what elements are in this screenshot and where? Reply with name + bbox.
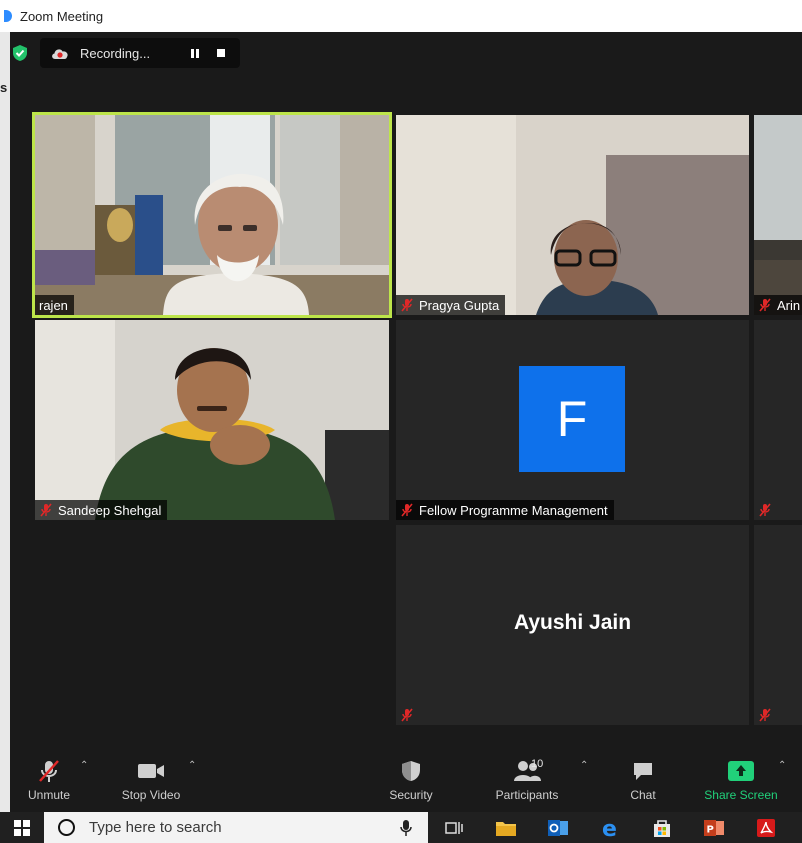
video-options-chevron-up-icon[interactable]: ⌃ bbox=[188, 760, 196, 771]
participant-name-label bbox=[396, 705, 425, 725]
mic-muted-icon bbox=[401, 708, 413, 722]
recording-label: Recording... bbox=[80, 45, 151, 61]
video-tile-offscreen-1[interactable] bbox=[754, 320, 802, 520]
taskbar-acrobat[interactable] bbox=[740, 812, 792, 843]
participant-name-label bbox=[754, 705, 783, 725]
meeting-top-bar: Recording... bbox=[10, 38, 241, 68]
mic-muted-icon bbox=[40, 503, 52, 517]
video-tile-ayushi-jain[interactable]: Ayushi Jain bbox=[396, 525, 749, 725]
participants-count: 10 bbox=[531, 758, 544, 770]
mic-muted-icon bbox=[401, 298, 413, 312]
taskbar-file-explorer[interactable] bbox=[480, 812, 532, 843]
taskbar-edge[interactable]: e bbox=[584, 812, 636, 843]
taskbar-outlook[interactable] bbox=[532, 812, 584, 843]
video-tile-fellow-programme-management[interactable]: F Fellow Programme Management bbox=[396, 320, 749, 520]
encryption-shield-icon[interactable] bbox=[12, 44, 28, 62]
video-tile-pragya-gupta[interactable]: Pragya Gupta bbox=[396, 115, 749, 315]
participants-options-chevron-up-icon[interactable]: ⌃ bbox=[580, 760, 588, 771]
avatar: F bbox=[519, 366, 625, 472]
video-feed bbox=[754, 115, 802, 315]
meeting-controls-toolbar: Unmute ⌃ Stop Video ⌃ Security 10 Partic… bbox=[10, 750, 802, 812]
participant-name-label: Fellow Programme Management bbox=[396, 500, 614, 520]
pause-icon bbox=[191, 48, 195, 58]
acrobat-pdf-icon bbox=[757, 818, 775, 837]
participant-name-label: Arin bbox=[754, 295, 802, 315]
share-screen-icon bbox=[728, 761, 754, 781]
share-screen-label: Share Screen bbox=[704, 788, 778, 802]
video-feed bbox=[35, 115, 389, 315]
taskbar-store[interactable] bbox=[636, 812, 688, 843]
participant-name: Fellow Programme Management bbox=[419, 502, 608, 518]
chat-bubble-icon bbox=[634, 763, 652, 780]
participant-name-label: Pragya Gupta bbox=[396, 295, 506, 315]
background-window-text: s bbox=[0, 80, 8, 95]
participant-name-label: rajen bbox=[35, 295, 74, 315]
share-options-chevron-up-icon[interactable]: ⌃ bbox=[778, 760, 786, 771]
participants-label: Participants bbox=[495, 788, 559, 802]
participant-display-name: Ayushi Jain bbox=[513, 611, 632, 634]
mic-muted-icon bbox=[759, 298, 771, 312]
chat-label: Chat bbox=[630, 788, 656, 802]
start-button[interactable] bbox=[0, 812, 44, 843]
video-feed bbox=[396, 115, 749, 315]
stop-video-button[interactable]: Stop Video bbox=[106, 756, 196, 808]
shield-icon bbox=[402, 761, 420, 781]
video-camera-icon bbox=[138, 764, 164, 778]
file-explorer-folder-icon bbox=[496, 821, 516, 836]
pause-recording-button[interactable] bbox=[186, 44, 204, 62]
voice-search-microphone-icon[interactable] bbox=[400, 819, 412, 837]
svg-text:e: e bbox=[602, 817, 617, 839]
zoom-logo-icon bbox=[4, 10, 12, 22]
window-title: Zoom Meeting bbox=[20, 8, 104, 24]
chat-button[interactable]: Chat bbox=[598, 756, 688, 808]
microphone-muted-icon bbox=[39, 760, 59, 782]
participant-name-label bbox=[754, 500, 783, 520]
background-window-strip: s bbox=[0, 32, 10, 812]
unmute-label: Unmute bbox=[27, 788, 71, 802]
audio-options-chevron-up-icon[interactable]: ⌃ bbox=[80, 760, 88, 771]
svg-text:P: P bbox=[707, 824, 714, 835]
meeting-view: Recording... rajen Pragya Gupta Arin San… bbox=[10, 32, 802, 750]
mic-muted-icon bbox=[759, 503, 771, 517]
task-view-button[interactable] bbox=[428, 812, 480, 843]
taskbar-search-box[interactable]: Type here to search bbox=[44, 812, 428, 843]
participants-button[interactable]: 10 Participants bbox=[482, 756, 572, 808]
participant-name: Pragya Gupta bbox=[419, 297, 500, 313]
windows-taskbar: Type here to search e P bbox=[0, 812, 802, 843]
title-bar: Zoom Meeting bbox=[0, 0, 802, 32]
participant-name-label: Sandeep Shehgal bbox=[35, 500, 168, 520]
video-tile-sandeep-shehgal[interactable]: Sandeep Shehgal bbox=[35, 320, 389, 520]
screen: Zoom Meeting s Recording... rajen Pragya… bbox=[0, 0, 802, 843]
security-button[interactable]: Security bbox=[366, 756, 456, 808]
video-tile-offscreen-2[interactable] bbox=[754, 525, 802, 725]
security-label: Security bbox=[389, 788, 433, 802]
mic-muted-icon bbox=[759, 708, 771, 722]
participant-name: rajen bbox=[39, 297, 68, 313]
recording-indicator: Recording... bbox=[40, 38, 241, 68]
microsoft-store-icon bbox=[654, 819, 670, 837]
windows-logo-icon bbox=[14, 819, 30, 836]
video-feed bbox=[35, 320, 389, 520]
video-tile-rajen[interactable]: rajen bbox=[32, 112, 392, 318]
search-placeholder: Type here to search bbox=[89, 819, 222, 836]
cloud-recording-icon bbox=[52, 49, 68, 59]
share-screen-button[interactable]: Share Screen bbox=[696, 756, 786, 808]
outlook-icon bbox=[548, 819, 568, 836]
avatar-initial: F bbox=[556, 391, 588, 447]
cortana-search-icon bbox=[58, 819, 75, 836]
stop-video-label: Stop Video bbox=[121, 788, 181, 802]
task-view-icon bbox=[445, 821, 463, 834]
taskbar-powerpoint[interactable]: P bbox=[688, 812, 740, 843]
stop-recording-button[interactable] bbox=[212, 44, 230, 62]
stop-icon bbox=[217, 49, 226, 57]
video-tile-arin[interactable]: Arin bbox=[754, 115, 802, 315]
participant-name: Sandeep Shehgal bbox=[58, 502, 162, 518]
participant-name: Arin bbox=[777, 297, 801, 313]
mic-muted-icon bbox=[401, 503, 413, 517]
edge-browser-icon: e bbox=[602, 817, 617, 839]
powerpoint-icon: P bbox=[704, 819, 724, 836]
